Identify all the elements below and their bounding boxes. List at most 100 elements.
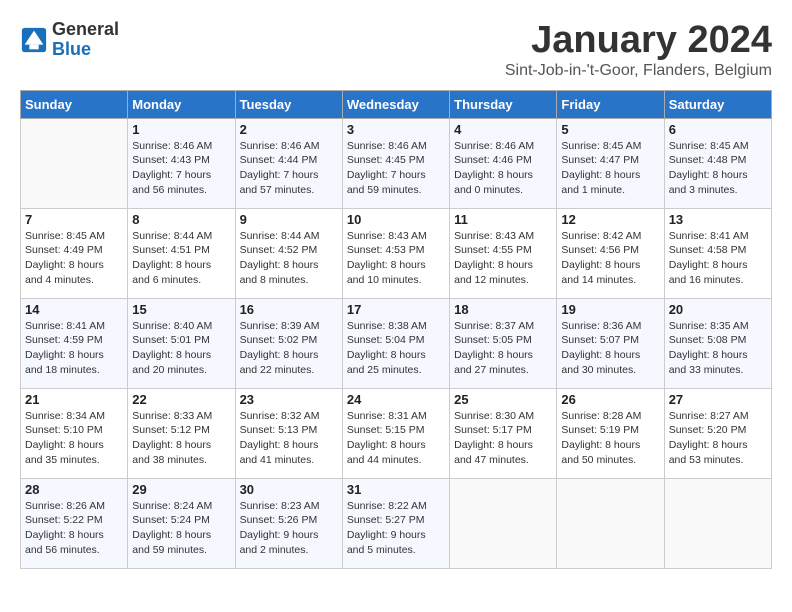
logo-general: General (52, 20, 119, 40)
calendar-cell: 12 Sunrise: 8:42 AM Sunset: 4:56 PM Dayli… (557, 208, 664, 298)
calendar-cell: 2Sunrise: 8:46 AM Sunset: 4:44 PM Daylig… (235, 118, 342, 208)
calendar-table: SundayMondayTuesdayWednesdayThursdayFrid… (20, 90, 772, 569)
calendar-cell: 31Sunrise: 8:22 AM Sunset: 5:27 PM Dayli… (342, 478, 449, 568)
calendar-cell: 8 Sunrise: 8:44 AM Sunset: 4:51 PM Daylig… (128, 208, 235, 298)
calendar-cell: 27 Sunrise: 8:27 AM Sunset: 5:20 PM Dayli… (664, 388, 771, 478)
day-number: 4 (454, 122, 552, 137)
calendar-cell: 11 Sunrise: 8:43 AM Sunset: 4:55 PM Dayli… (450, 208, 557, 298)
day-header-thursday: Thursday (450, 90, 557, 118)
calendar-subtitle: Sint-Job-in-'t-Goor, Flanders, Belgium (505, 62, 772, 80)
day-number: 10 (347, 212, 445, 227)
day-info: Sunrise: 8:45 AM Sunset: 4:48 PM Dayligh… (669, 139, 767, 198)
calendar-cell: 14 Sunrise: 8:41 AM Sunset: 4:59 PM Dayli… (21, 298, 128, 388)
calendar-cell: 6 Sunrise: 8:45 AM Sunset: 4:48 PM Daylig… (664, 118, 771, 208)
day-number: 19 (561, 302, 659, 317)
day-number: 12 (561, 212, 659, 227)
day-number: 1 (132, 122, 230, 137)
day-number: 15 (132, 302, 230, 317)
day-info: Sunrise: 8:45 AM Sunset: 4:49 PM Dayligh… (25, 229, 123, 288)
day-number: 27 (669, 392, 767, 407)
calendar-cell: 21 Sunrise: 8:34 AM Sunset: 5:10 PM Dayli… (21, 388, 128, 478)
day-number: 29 (132, 482, 230, 497)
day-number: 17 (347, 302, 445, 317)
day-info: Sunrise: 8:41 AM Sunset: 4:58 PM Dayligh… (669, 229, 767, 288)
day-info: Sunrise: 8:44 AM Sunset: 4:51 PM Dayligh… (132, 229, 230, 288)
day-number: 14 (25, 302, 123, 317)
calendar-cell: 15 Sunrise: 8:40 AM Sunset: 5:01 PM Dayli… (128, 298, 235, 388)
day-info: Sunrise: 8:36 AM Sunset: 5:07 PM Dayligh… (561, 319, 659, 378)
day-header-sunday: Sunday (21, 90, 128, 118)
calendar-cell: 13Sunrise: 8:41 AM Sunset: 4:58 PM Dayli… (664, 208, 771, 298)
day-info: Sunrise: 8:41 AM Sunset: 4:59 PM Dayligh… (25, 319, 123, 378)
day-info: Sunrise: 8:23 AM Sunset: 5:26 PM Dayligh… (240, 499, 338, 558)
calendar-cell: 1 Sunrise: 8:46 AM Sunset: 4:43 PM Daylig… (128, 118, 235, 208)
calendar-week-3: 14 Sunrise: 8:41 AM Sunset: 4:59 PM Dayli… (21, 298, 772, 388)
calendar-cell: 24 Sunrise: 8:31 AM Sunset: 5:15 PM Dayli… (342, 388, 449, 478)
day-info: Sunrise: 8:46 AM Sunset: 4:45 PM Dayligh… (347, 139, 445, 198)
day-info: Sunrise: 8:38 AM Sunset: 5:04 PM Dayligh… (347, 319, 445, 378)
day-number: 23 (240, 392, 338, 407)
calendar-cell: 7 Sunrise: 8:45 AM Sunset: 4:49 PM Daylig… (21, 208, 128, 298)
day-info: Sunrise: 8:27 AM Sunset: 5:20 PM Dayligh… (669, 409, 767, 468)
day-info: Sunrise: 8:43 AM Sunset: 4:55 PM Dayligh… (454, 229, 552, 288)
day-info: Sunrise: 8:32 AM Sunset: 5:13 PM Dayligh… (240, 409, 338, 468)
calendar-cell (664, 478, 771, 568)
calendar-cell: 26 Sunrise: 8:28 AM Sunset: 5:19 PM Dayli… (557, 388, 664, 478)
day-header-tuesday: Tuesday (235, 90, 342, 118)
calendar-cell (21, 118, 128, 208)
day-number: 7 (25, 212, 123, 227)
calendar-cell: 28Sunrise: 8:26 AM Sunset: 5:22 PM Dayli… (21, 478, 128, 568)
header: General Blue January 2024 Sint-Job-in-'t… (20, 20, 772, 80)
calendar-cell: 22 Sunrise: 8:33 AM Sunset: 5:12 PM Dayli… (128, 388, 235, 478)
day-number: 5 (561, 122, 659, 137)
day-info: Sunrise: 8:26 AM Sunset: 5:22 PM Dayligh… (25, 499, 123, 558)
day-info: Sunrise: 8:30 AM Sunset: 5:17 PM Dayligh… (454, 409, 552, 468)
day-number: 30 (240, 482, 338, 497)
day-number: 20 (669, 302, 767, 317)
day-info: Sunrise: 8:22 AM Sunset: 5:27 PM Dayligh… (347, 499, 445, 558)
day-number: 11 (454, 212, 552, 227)
day-info: Sunrise: 8:42 AM Sunset: 4:56 PM Dayligh… (561, 229, 659, 288)
day-info: Sunrise: 8:40 AM Sunset: 5:01 PM Dayligh… (132, 319, 230, 378)
day-info: Sunrise: 8:46 AM Sunset: 4:43 PM Dayligh… (132, 139, 230, 198)
day-number: 3 (347, 122, 445, 137)
day-number: 18 (454, 302, 552, 317)
calendar-cell: 25 Sunrise: 8:30 AM Sunset: 5:17 PM Dayli… (450, 388, 557, 478)
day-info: Sunrise: 8:34 AM Sunset: 5:10 PM Dayligh… (25, 409, 123, 468)
day-info: Sunrise: 8:31 AM Sunset: 5:15 PM Dayligh… (347, 409, 445, 468)
calendar-cell: 4 Sunrise: 8:46 AM Sunset: 4:46 PM Daylig… (450, 118, 557, 208)
calendar-title: January 2024 (505, 20, 772, 62)
title-section: January 2024 Sint-Job-in-'t-Goor, Flande… (505, 20, 772, 80)
day-number: 8 (132, 212, 230, 227)
day-header-wednesday: Wednesday (342, 90, 449, 118)
logo-icon (20, 26, 48, 54)
day-number: 25 (454, 392, 552, 407)
calendar-week-5: 28Sunrise: 8:26 AM Sunset: 5:22 PM Dayli… (21, 478, 772, 568)
day-number: 22 (132, 392, 230, 407)
calendar-week-2: 7 Sunrise: 8:45 AM Sunset: 4:49 PM Daylig… (21, 208, 772, 298)
day-info: Sunrise: 8:24 AM Sunset: 5:24 PM Dayligh… (132, 499, 230, 558)
day-number: 21 (25, 392, 123, 407)
day-info: Sunrise: 8:33 AM Sunset: 5:12 PM Dayligh… (132, 409, 230, 468)
day-info: Sunrise: 8:28 AM Sunset: 5:19 PM Dayligh… (561, 409, 659, 468)
day-info: Sunrise: 8:39 AM Sunset: 5:02 PM Dayligh… (240, 319, 338, 378)
calendar-cell: 3 Sunrise: 8:46 AM Sunset: 4:45 PM Daylig… (342, 118, 449, 208)
day-number: 26 (561, 392, 659, 407)
day-header-saturday: Saturday (664, 90, 771, 118)
calendar-week-4: 21 Sunrise: 8:34 AM Sunset: 5:10 PM Dayli… (21, 388, 772, 478)
day-header-monday: Monday (128, 90, 235, 118)
day-number: 24 (347, 392, 445, 407)
day-info: Sunrise: 8:35 AM Sunset: 5:08 PM Dayligh… (669, 319, 767, 378)
calendar-cell: 20 Sunrise: 8:35 AM Sunset: 5:08 PM Dayli… (664, 298, 771, 388)
logo-blue: Blue (52, 40, 119, 60)
day-header-friday: Friday (557, 90, 664, 118)
day-info: Sunrise: 8:46 AM Sunset: 4:46 PM Dayligh… (454, 139, 552, 198)
day-number: 2 (240, 122, 338, 137)
header-row: SundayMondayTuesdayWednesdayThursdayFrid… (21, 90, 772, 118)
day-number: 6 (669, 122, 767, 137)
calendar-cell: 5 Sunrise: 8:45 AM Sunset: 4:47 PM Daylig… (557, 118, 664, 208)
day-info: Sunrise: 8:45 AM Sunset: 4:47 PM Dayligh… (561, 139, 659, 198)
day-info: Sunrise: 8:37 AM Sunset: 5:05 PM Dayligh… (454, 319, 552, 378)
logo-text: General Blue (52, 20, 119, 60)
calendar-cell: 23 Sunrise: 8:32 AM Sunset: 5:13 PM Dayli… (235, 388, 342, 478)
